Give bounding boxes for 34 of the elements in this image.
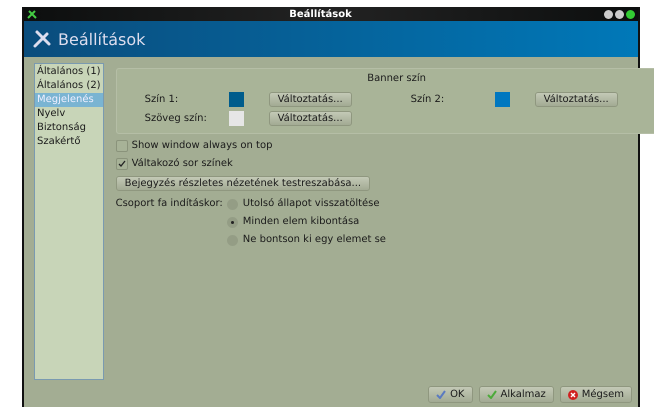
checkbox-label: Show window always on top — [132, 140, 272, 151]
radio-button[interactable] — [226, 216, 238, 228]
customize-button[interactable]: Bejegyzés részletes nézetének testreszabása... — [116, 176, 370, 191]
checkbox[interactable] — [116, 158, 128, 170]
stop-icon — [568, 390, 578, 400]
sidebar-item[interactable]: Általános (2) — [35, 79, 103, 93]
minimize-icon[interactable] — [604, 10, 613, 18]
maximize-icon[interactable] — [615, 10, 624, 18]
sidebar-item[interactable]: Szakértő — [35, 135, 103, 149]
window-title: Beállítások — [288, 8, 353, 20]
color-label: Szín 2: — [410, 94, 446, 105]
radio-label: Utolsó állapot visszatöltése — [242, 197, 380, 211]
app-icon — [27, 9, 37, 19]
checkbox-label: Váltakozó sor színek — [132, 158, 233, 169]
radio-label: Ne bontson ki egy elemet se — [242, 233, 386, 247]
group-title: Banner szín — [367, 73, 426, 84]
close-icon[interactable] — [626, 10, 635, 18]
check-icon — [486, 390, 496, 399]
sidebar-item[interactable]: Nyelv — [35, 107, 103, 121]
dialog-button[interactable]: Alkalmaz — [478, 386, 554, 403]
change-button[interactable]: Változtatás... — [534, 92, 618, 107]
radio-label: Minden elem kibontása — [242, 215, 360, 229]
color-label: Szöveg szín: — [144, 113, 208, 124]
color-label: Szín 1: — [144, 94, 180, 105]
sidebar-item[interactable]: Biztonság — [35, 121, 103, 135]
header-title: Beállítások — [58, 30, 146, 48]
change-button[interactable]: Változtatás... — [268, 111, 352, 126]
check-icon — [436, 390, 446, 399]
radio-group-label: Csoport fa indításkor: — [116, 197, 223, 211]
dialog-button[interactable]: Mégsem — [560, 386, 632, 403]
sidebar-item[interactable]: Általános (1) — [35, 65, 103, 79]
change-button[interactable]: Változtatás... — [268, 92, 352, 107]
checkbox[interactable] — [116, 140, 128, 152]
dialog-button[interactable]: OK — [428, 386, 472, 403]
